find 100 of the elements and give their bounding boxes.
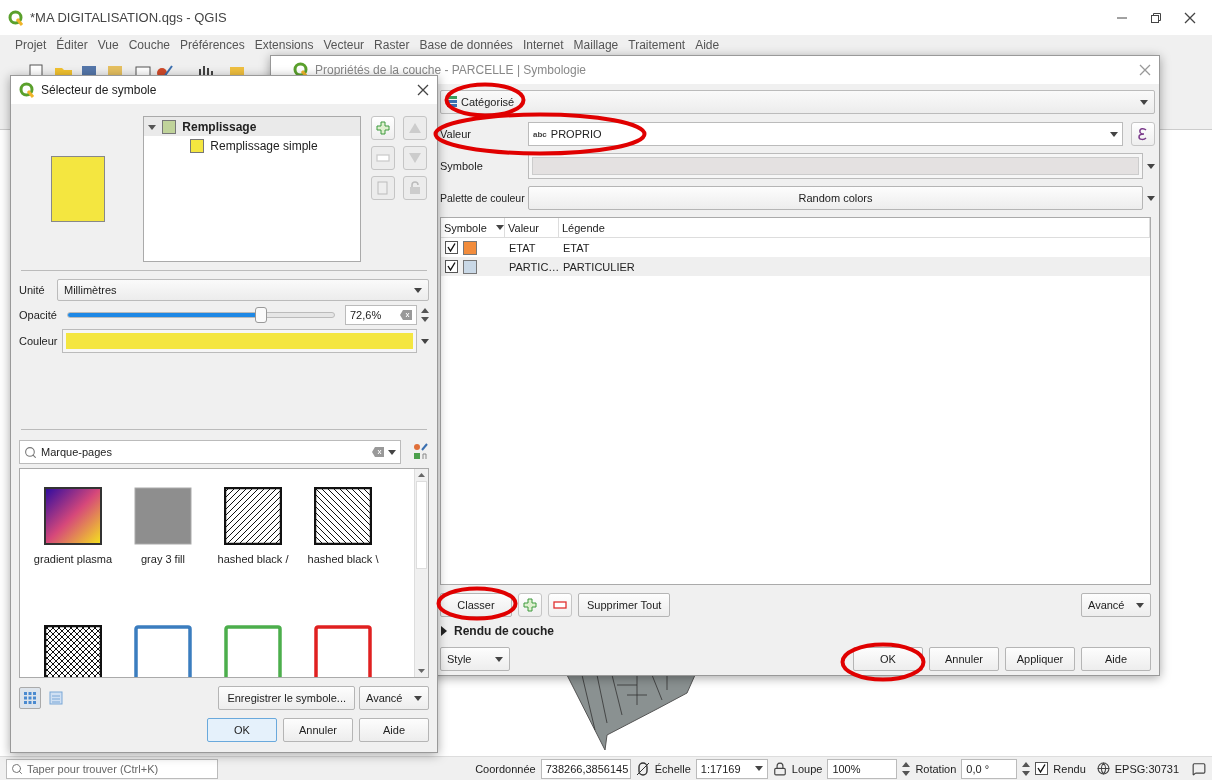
menu-item[interactable]: Vecteur	[318, 38, 370, 52]
magnifier-label: Loupe	[791, 762, 823, 775]
dropdown-caret-icon[interactable]	[1110, 131, 1118, 137]
fill-symbol-swatch-icon[interactable]	[44, 625, 102, 677]
unit-select[interactable]: Millimètres	[57, 279, 429, 301]
scrollbar[interactable]	[414, 469, 428, 677]
dialog-button[interactable]: Aide	[1081, 647, 1151, 671]
add-icon[interactable]	[376, 121, 390, 135]
menu-item[interactable]: Éditer	[51, 38, 93, 52]
menu-item[interactable]: Couche	[123, 38, 175, 52]
epsilon-icon[interactable]	[1138, 127, 1148, 141]
dropdown-caret-icon[interactable]	[496, 225, 504, 230]
style-manager-icon[interactable]	[413, 443, 429, 461]
scale-field[interactable]: 1:17169	[695, 758, 768, 779]
fill-symbol-swatch-icon[interactable]	[134, 487, 192, 545]
rotation-field[interactable]: 0,0 °	[961, 758, 1018, 779]
render-label: Rendu	[1053, 762, 1086, 775]
close-icon[interactable]	[417, 84, 429, 96]
menu-item[interactable]: Internet	[517, 38, 569, 52]
value-label: Valeur	[440, 128, 472, 140]
fill-symbol-swatch-icon[interactable]	[314, 487, 372, 545]
categorized-icon	[447, 96, 457, 108]
clear-icon[interactable]	[400, 310, 412, 320]
dialog-button[interactable]: Aide	[359, 718, 429, 742]
menu-item[interactable]: Aide	[690, 38, 725, 52]
category-color-swatch[interactable]	[463, 259, 477, 274]
dialog-button[interactable]: Appliquer	[1005, 647, 1075, 671]
symbol-layer-row[interactable]: Remplissage	[144, 117, 360, 136]
dialog-button[interactable]: Annuler	[929, 647, 999, 671]
dropdown-caret-icon[interactable]	[1147, 195, 1155, 201]
menu-item[interactable]: Traitement	[623, 38, 691, 52]
fill-symbol-swatch-icon[interactable]	[224, 487, 282, 545]
delete-all-button[interactable]: Supprimer Tout	[578, 593, 671, 617]
remove-icon[interactable]	[553, 601, 567, 609]
dropdown-caret-icon[interactable]	[1140, 99, 1148, 105]
dropdown-caret-icon[interactable]	[495, 656, 503, 662]
clear-icon[interactable]	[372, 447, 384, 457]
unit-label: Unité	[19, 284, 46, 296]
spinner-icon[interactable]	[421, 307, 429, 323]
dialog-button[interactable]: OK	[207, 718, 277, 742]
dropdown-caret-icon[interactable]	[1147, 163, 1155, 169]
color-ramp-button[interactable]: Random colors	[528, 186, 1143, 210]
close-icon[interactable]	[1184, 11, 1196, 24]
magnifier-field[interactable]: 100%	[827, 758, 898, 779]
coordinate-field[interactable]: 738266,3856145	[540, 758, 631, 779]
dialog-title: Sélecteur de symbole	[41, 83, 158, 97]
column-header[interactable]: Légende	[559, 218, 1150, 237]
menu-item[interactable]: Préférences	[175, 38, 250, 52]
dropdown-caret-icon[interactable]	[388, 449, 396, 455]
expand-arrow-icon[interactable]	[440, 626, 448, 636]
fill-symbol-swatch-icon[interactable]	[314, 625, 372, 677]
add-icon[interactable]	[523, 598, 537, 612]
expression-button[interactable]	[1131, 122, 1155, 146]
category-color-swatch[interactable]	[463, 240, 477, 255]
advanced-button[interactable]: Avancé	[1081, 593, 1151, 617]
category-checkbox[interactable]	[445, 241, 458, 254]
render-checkbox[interactable]	[1035, 762, 1049, 775]
symbol-name: hashed black /	[216, 552, 290, 567]
category-checkbox[interactable]	[445, 260, 458, 273]
dropdown-caret-icon[interactable]	[414, 287, 422, 293]
mouse-icon[interactable]	[635, 760, 650, 777]
globe-icon[interactable]	[1096, 762, 1110, 775]
crs-label[interactable]: EPSG:30731	[1114, 762, 1179, 775]
layer-rendering-section[interactable]: Rendu de couche	[440, 621, 1155, 641]
menu-item[interactable]: Projet	[10, 38, 52, 52]
qgis-logo-icon	[293, 62, 309, 78]
fill-symbol-swatch-icon[interactable]	[134, 625, 192, 677]
advanced-button[interactable]: Avancé	[359, 686, 429, 710]
spinner-icon[interactable]	[902, 760, 911, 777]
table-cell-text: PARTIC…	[508, 260, 559, 273]
symbol-name: hashed black \	[306, 552, 380, 567]
locator-search-field[interactable]: Taper pour trouver (Ctrl+K)	[6, 758, 218, 779]
slider-thumb[interactable]	[255, 307, 268, 323]
menu-item[interactable]: Extensions	[249, 38, 319, 52]
library-search-field[interactable]: Marque-pages	[19, 440, 401, 464]
dropdown-caret-icon[interactable]	[421, 338, 429, 344]
restore-icon[interactable]	[1150, 11, 1162, 24]
messages-icon[interactable]	[1192, 761, 1206, 776]
expand-arrow-icon[interactable]	[148, 122, 157, 131]
opacity-field[interactable]: 72,6%	[345, 305, 417, 325]
fill-symbol-swatch-icon[interactable]	[224, 625, 282, 677]
style-button[interactable]: Style	[440, 647, 510, 671]
menu-item[interactable]: Vue	[92, 38, 124, 52]
value-field[interactable]: abc PROPRIO	[528, 122, 1123, 146]
menu-item[interactable]: Raster	[369, 38, 415, 52]
dropdown-caret-icon[interactable]	[1136, 602, 1144, 608]
renderer-select[interactable]: Catégorisé	[440, 90, 1155, 114]
column-header[interactable]: Symbole	[441, 218, 505, 237]
column-header[interactable]: Valeur	[505, 218, 559, 237]
dropdown-caret-icon[interactable]	[754, 766, 763, 771]
lock-icon[interactable]	[772, 761, 787, 776]
spinner-icon[interactable]	[1022, 760, 1031, 777]
save-symbol-button[interactable]: Enregistrer le symbole...	[218, 686, 355, 710]
remove-category-button[interactable]	[548, 593, 572, 617]
fill-symbol-swatch-icon[interactable]	[44, 487, 102, 545]
dialog-button[interactable]: Annuler	[283, 718, 353, 742]
menu-item[interactable]: Base de données	[414, 38, 518, 52]
dropdown-caret-icon[interactable]	[414, 695, 422, 701]
symbol-layer-row[interactable]: Remplissage simple	[144, 136, 360, 155]
menu-item[interactable]: Maillage	[568, 38, 624, 52]
